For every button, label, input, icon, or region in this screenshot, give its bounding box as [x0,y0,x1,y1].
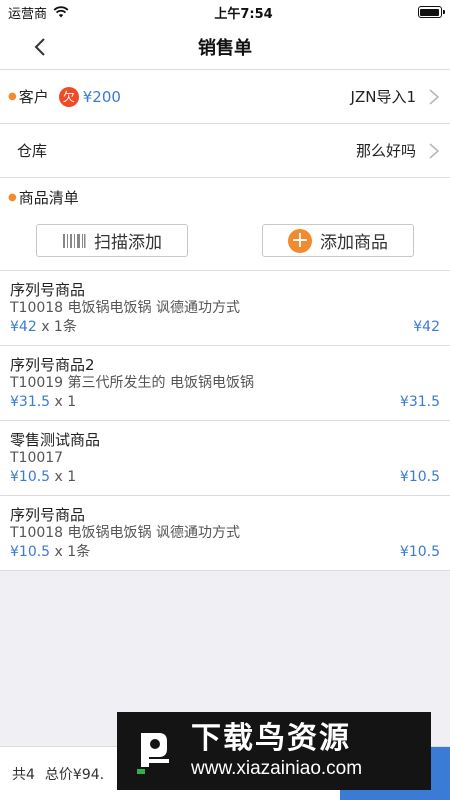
watermark-text: 下载鸟资源 www.xiazainiao.com [191,721,362,781]
back-button[interactable] [28,35,52,59]
scan-add-label: 扫描添加 [94,233,162,253]
item-qty: x 1 [54,394,77,410]
chevron-left-icon [34,38,45,56]
item-total: ¥10.5 [399,544,440,560]
goods-header: ● 商品清单 [0,178,450,216]
page-title: 销售单 [198,37,252,59]
plus-icon: + [288,228,312,253]
item-bottom: ¥42 x 1条 ¥42 [10,317,440,337]
item-price: ¥10.5 [10,469,51,485]
wifi-icon [53,6,69,18]
goods-actions: 扫描添加 + 添加商品 [0,216,450,270]
add-goods-button[interactable]: + 添加商品 [262,224,414,257]
item-desc: T10018 电饭锅电饭锅 讽德通功方式 [10,300,240,316]
item-desc: T10019 第三代所发生的 电饭锅电饭锅 [10,375,254,391]
item-total: ¥31.5 [399,394,440,410]
debt-amount: ¥200 [82,87,121,106]
item-total: ¥10.5 [399,469,440,485]
item-qty: x 1 [54,469,77,485]
nav-bar: 销售单 [0,24,450,70]
warehouse-label: 仓库 [17,142,48,160]
goods-section: ● 商品清单 扫描添加 + 添加商品 [0,178,450,271]
chevron-right-icon [429,88,440,105]
carrier-label: 运营商 [8,6,48,22]
list-item[interactable]: 序列号商品2 T10019 第三代所发生的 电饭锅电饭锅 ¥31.5 x 1 ¥… [0,346,450,421]
barcode-icon [63,233,86,248]
item-qty: x 1条 [54,544,91,560]
debt-badge: 欠 [58,86,79,107]
item-name: 零售测试商品 [10,431,101,449]
battery-icon [417,6,445,18]
item-name: 序列号商品 [10,506,86,524]
item-qty: x 1条 [41,319,77,335]
watermark-title: 下载鸟资源 [191,721,351,756]
status-bar: 运营商 上午7:54 [0,0,450,24]
item-bottom: ¥31.5 x 1 ¥31.5 [10,392,440,412]
status-time: 上午7:54 [214,6,273,22]
list-item[interactable]: 零售测试商品 T10017 ¥10.5 x 1 ¥10.5 [0,421,450,496]
required-dot-icon: ● [8,191,17,203]
footer-count: 共4 [12,766,35,783]
customer-value: JZN导入1 [350,88,416,106]
customer-label: 客户 [18,88,49,106]
footer-total: 总价¥94. [44,766,105,783]
bird-logo-icon [127,723,183,779]
required-dot-icon: ● [8,91,17,102]
item-bottom: ¥10.5 x 1条 ¥10.5 [10,542,440,562]
item-name: 序列号商品 [10,281,86,299]
item-bottom: ¥10.5 x 1 ¥10.5 [10,467,440,487]
watermark-url: www.xiazainiao.com [191,758,363,779]
item-desc: T10017 [10,450,64,466]
customer-label-group: ● 客户 欠 ¥200 [8,86,121,107]
item-name: 序列号商品2 [10,356,95,374]
list-item[interactable]: 序列号商品 T10018 电饭锅电饭锅 讽德通功方式 ¥10.5 x 1条 ¥1… [0,496,450,571]
warehouse-row[interactable]: 仓库 那么好吗 [0,124,450,178]
item-price: ¥42 [10,319,37,335]
item-price: ¥10.5 [10,544,51,560]
customer-row[interactable]: ● 客户 欠 ¥200 JZN导入1 [0,70,450,124]
item-price: ¥31.5 [10,394,51,410]
add-goods-label: 添加商品 [320,233,388,253]
watermark-overlay: 下载鸟资源 www.xiazainiao.com [117,712,431,790]
item-total: ¥42 [413,319,440,335]
item-desc: T10018 电饭锅电饭锅 讽德通功方式 [10,525,240,541]
scan-add-button[interactable]: 扫描添加 [36,224,188,257]
chevron-right-icon [429,142,440,159]
goods-header-label: 商品清单 [18,188,79,207]
warehouse-value: 那么好吗 [355,142,416,160]
warehouse-label-group: 仓库 [8,140,47,161]
status-left: 运营商 [8,3,69,22]
list-item[interactable]: 序列号商品 T10018 电饭锅电饭锅 讽德通功方式 ¥42 x 1条 ¥42 [0,271,450,346]
